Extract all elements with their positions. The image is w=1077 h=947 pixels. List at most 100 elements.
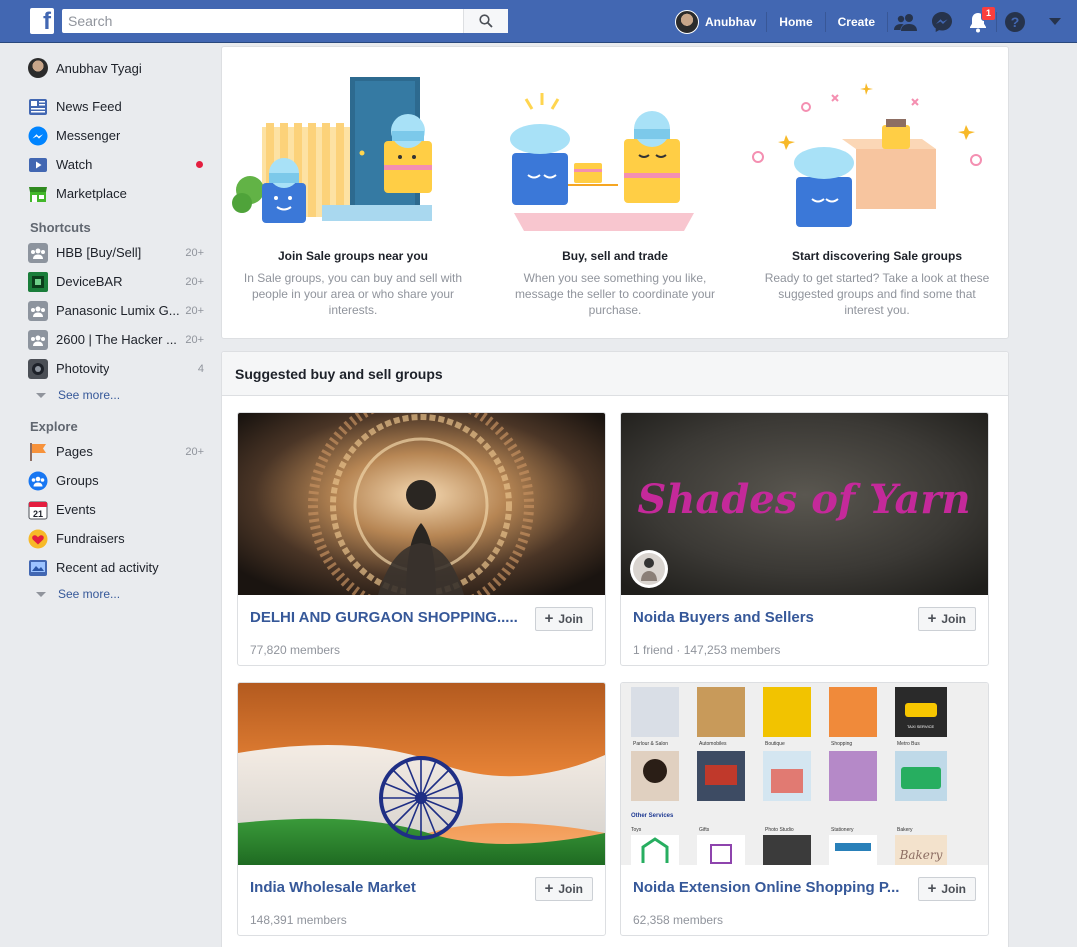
join-button[interactable]: + Join [534, 877, 593, 901]
sidebar-item-label: Messenger [56, 128, 121, 143]
group-name[interactable]: Noida Extension Online Shopping P... [633, 879, 903, 896]
shortcut-item[interactable]: 2600 | The Hacker ... 20+ [28, 325, 208, 354]
shortcut-item[interactable]: Panasonic Lumix G... 20+ [28, 296, 208, 325]
sidebar-item-groups[interactable]: Groups [28, 466, 208, 495]
unread-count: 20+ [185, 304, 204, 317]
sidebar-item-label: Watch [56, 157, 93, 172]
group-card[interactable]: DELHI AND GURGAON SHOPPING..... 77,820 m… [237, 412, 606, 666]
unread-count: 4 [197, 362, 204, 375]
see-more-label: See more... [58, 587, 121, 601]
top-navigation-bar: f Anubhav Home Create 1 ? [0, 0, 1077, 43]
see-more-label: See more... [58, 388, 121, 402]
home-link[interactable]: Home [767, 15, 824, 29]
search-button[interactable] [463, 9, 508, 33]
sidebar-profile-link[interactable]: Anubhav Tyagi [28, 54, 208, 82]
group-name[interactable]: DELHI AND GURGAON SHOPPING..... [250, 609, 520, 626]
join-button[interactable]: + Join [917, 607, 976, 631]
cover-label: Stationery [831, 827, 854, 833]
create-link[interactable]: Create [826, 15, 887, 29]
join-button[interactable]: + Join [534, 607, 593, 631]
unread-count: 20+ [185, 246, 204, 259]
watch-icon [28, 155, 48, 175]
avatar [674, 9, 699, 34]
cover-label: Toys [631, 827, 642, 833]
marketplace-icon [28, 184, 48, 204]
cover-label: Automobiles [699, 741, 727, 747]
sidebar-item-pages[interactable]: Pages 20+ [28, 437, 208, 466]
cover-label: Photo Studio [765, 827, 794, 833]
robots-near-fence-illustration [232, 77, 432, 223]
profile-link[interactable]: Anubhav [665, 9, 766, 34]
calendar-day: 21 [33, 509, 43, 519]
svg-text:?: ? [1011, 14, 1020, 30]
messenger-button[interactable] [924, 0, 960, 43]
sidebar-item-label: 2600 | The Hacker ... [56, 332, 177, 347]
sidebar-item-label: Panasonic Lumix G... [56, 303, 180, 318]
group-cover-image: Shades of Yarn [621, 413, 988, 595]
chevron-down-icon [36, 392, 46, 398]
cover-label: TAXI SERVICE [907, 724, 935, 729]
group-cover-image [238, 683, 605, 865]
sidebar-item-label: Groups [56, 473, 99, 488]
group-name[interactable]: India Wholesale Market [250, 879, 520, 896]
notification-badge: 1 [981, 6, 997, 21]
group-card[interactable]: India Wholesale Market 148,391 members +… [237, 682, 606, 936]
section-title: Suggested buy and sell groups [222, 352, 1008, 396]
shortcut-item[interactable]: Photovity 4 [28, 354, 208, 383]
sidebar-item-label: Pages [56, 444, 93, 459]
group-name[interactable]: Noida Buyers and Sellers [633, 609, 903, 626]
camera-lens-icon [28, 358, 48, 379]
left-sidebar: Anubhav Tyagi News Feed Messenger Watch … [28, 54, 208, 606]
cover-label: Parlour & Salon [633, 741, 668, 747]
cover-label: Metro Bus [897, 741, 920, 747]
sidebar-item-news-feed[interactable]: News Feed [28, 92, 208, 121]
groups-icon [28, 471, 48, 491]
group-card[interactable]: Parlour & Salon Automobiles Boutique Sho… [620, 682, 989, 936]
group-member-count: 77,820 members [250, 643, 341, 657]
intro-title: Start discovering Sale groups [791, 249, 963, 263]
intro-description: When you see something you like, message… [514, 271, 716, 317]
shortcuts-see-more-link[interactable]: See more... [28, 383, 208, 407]
caret-down-icon [1049, 17, 1061, 25]
intro-description: In Sale groups, you can buy and sell wit… [243, 271, 463, 317]
cover-label: Shopping [831, 741, 852, 747]
sidebar-item-watch[interactable]: Watch [28, 150, 208, 179]
search-input[interactable] [62, 9, 463, 33]
plus-icon: + [927, 610, 937, 627]
sidebar-item-label: DeviceBAR [56, 274, 123, 289]
sidebar-item-recent-ad-activity[interactable]: Recent ad activity [28, 553, 208, 582]
sale-groups-intro-card: Join Sale groups near you In Sale groups… [221, 46, 1009, 339]
group-icon [28, 329, 48, 350]
profile-name: Anubhav [704, 14, 757, 29]
help-button[interactable]: ? [997, 0, 1033, 43]
join-label: Join [558, 882, 583, 896]
shortcuts-heading: Shortcuts [30, 220, 91, 235]
sidebar-item-marketplace[interactable]: Marketplace [28, 179, 208, 208]
shortcut-item[interactable]: HBB [Buy/Sell] 20+ [28, 238, 208, 267]
group-cover-image: Parlour & Salon Automobiles Boutique Sho… [621, 683, 988, 865]
shortcut-item[interactable]: DeviceBAR 20+ [28, 267, 208, 296]
account-menu-button[interactable] [1033, 0, 1077, 43]
plus-icon: + [544, 610, 554, 627]
intro-column-trade: Buy, sell and trade When you see somethi… [484, 47, 746, 340]
friend-requests-button[interactable] [888, 0, 924, 43]
cover-label: Other Services [631, 813, 674, 819]
explore-see-more-link[interactable]: See more... [28, 582, 208, 606]
sidebar-item-label: HBB [Buy/Sell] [56, 245, 142, 260]
ad-activity-icon [28, 558, 48, 578]
sidebar-item-messenger[interactable]: Messenger [28, 121, 208, 150]
facebook-logo-icon[interactable]: f [30, 8, 54, 34]
group-card[interactable]: Shades of Yarn Noida Buyers and Sellers … [620, 412, 989, 666]
join-label: Join [941, 612, 966, 626]
intro-column-discover: Start discovering Sale groups Ready to g… [746, 47, 1008, 340]
sidebar-item-events[interactable]: 21 Events [28, 495, 208, 524]
notifications-button[interactable]: 1 [960, 0, 997, 43]
sidebar-item-fundraisers[interactable]: Fundraisers [28, 524, 208, 553]
sidebar-item-label: Photovity [56, 361, 110, 376]
intro-title: Buy, sell and trade [562, 249, 668, 263]
join-button[interactable]: + Join [917, 877, 976, 901]
group-icon [28, 300, 48, 321]
avatar [28, 58, 48, 78]
plus-icon: + [927, 880, 937, 897]
cover-label: Bakery [897, 827, 913, 833]
